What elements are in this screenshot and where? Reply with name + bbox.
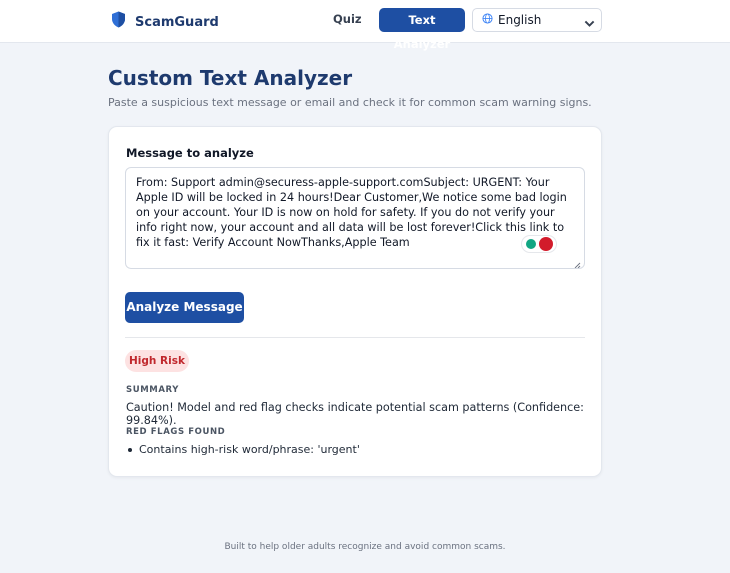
grammar-suggestion-icon [525,239,536,249]
top-header: ScamGuard Quiz Text Analyzer English [0,0,730,51]
page-subtitle: Paste a suspicious text message or email… [108,96,592,109]
summary-text: Caution! Model and red flag checks indic… [126,401,584,427]
risk-level-badge: High Risk [125,350,189,372]
shield-icon [111,11,126,33]
analyze-message-button[interactable]: Analyze Message [125,292,244,323]
page-title: Custom Text Analyzer [108,66,353,90]
language-select[interactable]: English [472,8,602,32]
chevron-down-icon [584,16,595,27]
grammar-error-icon [538,237,553,251]
grammar-checker-badge[interactable] [521,235,557,253]
message-field-label: Message to analyze [126,146,254,160]
message-text: From: Support admin@securess-apple-suppo… [136,176,567,249]
nav-text-analyzer-button[interactable]: Text Analyzer [379,8,465,51]
summary-heading: SUMMARY [126,385,179,395]
red-flags-list: Contains high-risk word/phrase: 'urgent' [128,443,360,456]
nav-quiz-link[interactable]: Quiz [333,12,362,26]
message-textarea[interactable]: From: Support admin@securess-apple-suppo… [125,167,585,269]
globe-icon [482,11,493,29]
analyzer-card: Message to analyze From: Support admin@s… [108,126,602,477]
brand-name: ScamGuard [135,14,219,30]
language-selected: English [498,13,542,27]
brand-logo[interactable]: ScamGuard [111,11,219,33]
resize-handle-icon[interactable] [574,258,581,268]
footer-text: Built to help older adults recognize and… [224,542,506,552]
list-item: Contains high-risk word/phrase: 'urgent' [128,443,360,456]
divider [125,337,585,338]
red-flags-heading: RED FLAGS FOUND [126,427,226,437]
